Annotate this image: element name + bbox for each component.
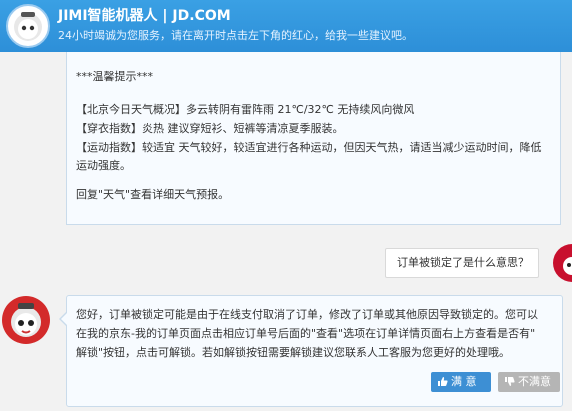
bubble-arrow-inner (61, 313, 67, 325)
thumbs-up-icon (437, 374, 448, 386)
satisfied-button[interactable]: 满 意 (431, 372, 491, 392)
message-line: 解锁"按钮，点击可解锁。若如解锁按钮需要解锁建议您联系人工客服为您更好的处理哦。 (76, 346, 511, 359)
robot-avatar (2, 296, 50, 344)
message-line: 【北京今日天气概况】多云转阴有雷阵雨 21℃/32℃ 无持续风向微风 (76, 103, 415, 116)
message-line: 在我的京东-我的订单页面点击相应订单号后面的"查看"选项在订单详情页面右上方查看… (76, 327, 536, 340)
message-line: 【运动指数】较适宜 天气较好，较适宜进行各种运动，但因天气热，请适当减少运动时间… (76, 141, 542, 154)
jimi-logo (6, 4, 50, 48)
satisfied-label: 满 意 (451, 375, 477, 388)
message-line: 回复"天气"查看详细天气预报。 (76, 188, 230, 201)
user-avatar (553, 244, 572, 282)
message-line: 运动强度。 (76, 159, 131, 172)
message-line: 【穿衣指数】炎热 建议穿短衫、短裤等清凉夏季服装。 (76, 122, 344, 135)
unsatisfied-label: 不满意 (518, 375, 551, 388)
message-line: 您好，订单被锁定可能是由于在线支付取消了订单，修改了订单或其他原因导致锁定的。您… (76, 308, 538, 321)
message-line: ***温馨提示*** (76, 70, 153, 83)
app-title: JIMI智能机器人 | JD.COM (58, 8, 231, 24)
app-subtitle: 24小时竭诚为您服务，请在离开时点击左下角的红心，给我一些建议吧。 (58, 29, 413, 42)
thumbs-down-icon (504, 374, 515, 386)
unsatisfied-button[interactable]: 不满意 (498, 372, 560, 392)
user-message: 订单被锁定了是什么意思？ (385, 248, 539, 278)
chat-header: JIMI智能机器人 | JD.COM 24小时竭诚为您服务，请在离开时点击左下角… (0, 0, 572, 52)
